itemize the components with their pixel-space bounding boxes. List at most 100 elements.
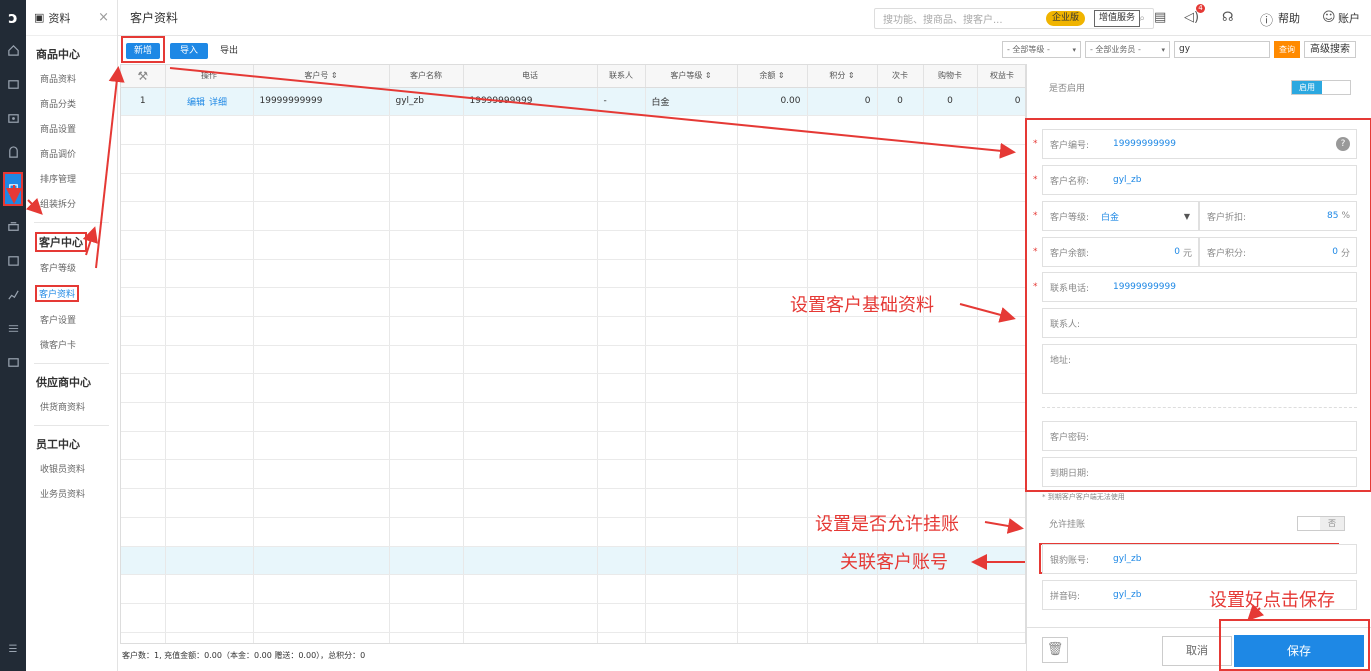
menu-item-customer-info[interactable]: 客户资料 xyxy=(34,285,80,302)
table-row xyxy=(121,632,1025,643)
table-row xyxy=(121,316,1025,346)
allow-credit-toggle[interactable]: 否 xyxy=(1297,515,1345,531)
profile-doc-icon: ▣ xyxy=(34,11,45,24)
enterprise-badge[interactable]: 企业版 xyxy=(1046,11,1086,26)
trash-icon[interactable]: 🗑 xyxy=(1042,637,1068,663)
table-row xyxy=(121,259,1025,289)
icon-rail: ɔ ☰ xyxy=(0,0,26,671)
menu-item-supplier-info[interactable]: 供货商资料 xyxy=(26,394,117,419)
edit-link[interactable]: 编辑 xyxy=(187,98,205,108)
phone-field[interactable]: * 联系电话: 19999999999 xyxy=(1033,272,1357,302)
table-row[interactable]: 1 编辑 详细 19999999999 gyl_zb 19999999999 - … xyxy=(121,87,1025,117)
user-icon[interactable]: ☺ xyxy=(1322,10,1336,25)
menu-item-customer-settings[interactable]: 客户设置 xyxy=(26,307,117,332)
chart-icon[interactable] xyxy=(0,280,26,308)
menu-item-cashier-info[interactable]: 收银员资料 xyxy=(26,456,117,481)
col-points[interactable]: 积分 ⇕ xyxy=(807,65,878,88)
menu-section-supplier[interactable]: 供应商中心 xyxy=(26,364,117,394)
menu-item-micro-card[interactable]: 微客户卡 xyxy=(26,332,117,357)
expire-note: * 到期客户客户端无法使用 xyxy=(1042,493,1125,501)
menu-item-product-category[interactable]: 商品分类 xyxy=(26,91,117,116)
customer-level-select[interactable]: * 客户等级: 白金 ▼ xyxy=(1033,201,1199,231)
col-code[interactable]: 客户号 ⇕ xyxy=(253,65,390,88)
close-icon[interactable]: × xyxy=(98,10,109,25)
table-row xyxy=(121,431,1025,461)
table-row xyxy=(121,574,1025,604)
help-link[interactable]: 帮助 xyxy=(1278,10,1300,26)
customer-points-field[interactable]: 客户积分: 0 分 xyxy=(1199,237,1357,267)
customer-icon[interactable] xyxy=(3,172,23,206)
shop-icon[interactable] xyxy=(0,138,26,166)
filter-bar: - 全部等级 - ▾ - 全部业务员 - ▾ gy 查询 高级搜索 xyxy=(1002,41,1356,58)
table-row xyxy=(121,201,1025,231)
contact-field[interactable]: 联系人: xyxy=(1042,308,1357,338)
table-summary: 客户数：1, 充值金额：0.00（本金：0.00 赠送：0.00），总积分：0 xyxy=(122,651,366,660)
query-button[interactable]: 查询 xyxy=(1274,41,1300,58)
box-icon[interactable] xyxy=(0,246,26,274)
import-button[interactable]: 导入 xyxy=(170,43,208,59)
table-row xyxy=(121,144,1025,174)
save-button[interactable]: 保存 xyxy=(1234,635,1364,667)
search-icon[interactable]: ⌕ xyxy=(1139,13,1145,24)
advanced-search-button[interactable]: 高级搜索 xyxy=(1304,41,1356,58)
bound-account-field[interactable]: 银豹账号: gyl_zb xyxy=(1042,544,1357,574)
salesman-filter-select[interactable]: - 全部业务员 - ▾ xyxy=(1085,41,1170,58)
home-icon[interactable] xyxy=(0,36,26,64)
customer-edit-panel: 是否启用 启用 * 客户编号: 19999999999 ? * 客户名称: gy… xyxy=(1025,64,1371,671)
value-added-button[interactable]: 增值服务 xyxy=(1094,10,1141,27)
col-phone: 电话 xyxy=(463,65,598,88)
menu-item-product-info[interactable]: 商品资料 xyxy=(26,66,117,91)
help-icon[interactable]: ⓘ xyxy=(1260,10,1273,29)
table-row xyxy=(121,459,1025,490)
customer-code-field[interactable]: * 客户编号: 19999999999 ? xyxy=(1033,129,1357,159)
keyword-input[interactable]: gy xyxy=(1174,41,1270,58)
menu-item-assemble[interactable]: 组装拆分 xyxy=(26,191,117,216)
table-row xyxy=(121,603,1025,633)
toolbar: 新增 导入 导出 xyxy=(118,36,1030,64)
notification-badge: 4 xyxy=(1196,4,1205,13)
top-bar: 客户资料 搜功能、搜商品、搜客户... ⌕ 企业版 增值服务 ▤ ◁) 4 ☊ … xyxy=(118,0,1371,36)
export-button[interactable]: 导出 xyxy=(214,43,244,59)
expire-date-field[interactable]: 到期日期: xyxy=(1042,457,1357,487)
level-filter-select[interactable]: - 全部等级 - ▾ xyxy=(1002,41,1081,58)
address-field[interactable]: 地址: xyxy=(1042,344,1357,394)
card-icon[interactable] xyxy=(0,348,26,376)
question-icon[interactable]: ? xyxy=(1336,137,1350,151)
annotation-bind-account: 关联客户账号 xyxy=(840,552,948,573)
speaker-icon[interactable]: ◁) xyxy=(1184,10,1199,25)
route-icon[interactable] xyxy=(0,70,26,98)
menu-section-staff[interactable]: 员工中心 xyxy=(26,426,117,456)
side-menu: ▣ 资料 × 商品中心 商品资料 商品分类 商品设置 商品调价 排序管理 组装拆… xyxy=(26,0,118,671)
enabled-toggle[interactable]: 启用 xyxy=(1291,79,1351,95)
menu-item-product-settings[interactable]: 商品设置 xyxy=(26,116,117,141)
customer-name-field[interactable]: * 客户名称: gyl_zb xyxy=(1033,165,1357,195)
col-balance[interactable]: 余额 ⇕ xyxy=(737,65,808,88)
new-button[interactable]: 新增 xyxy=(126,43,160,59)
headset-icon[interactable]: ☊ xyxy=(1222,10,1234,25)
table-row xyxy=(121,402,1025,432)
annotation-allow-credit: 设置是否允许挂账 xyxy=(815,514,959,535)
allow-credit-row: 允许挂账 否 xyxy=(1042,508,1357,538)
column-settings-icon[interactable]: ⚒ xyxy=(121,65,166,88)
sliders-icon[interactable] xyxy=(0,314,26,342)
chevron-down-icon: ▾ xyxy=(1072,45,1076,54)
menu-item-price-adjust[interactable]: 商品调价 xyxy=(26,141,117,166)
detail-link[interactable]: 详细 xyxy=(209,98,227,108)
menu-header: ▣ 资料 × xyxy=(26,0,117,36)
customer-discount-field[interactable]: 客户折扣: 85 % xyxy=(1199,201,1357,231)
account-link[interactable]: 账户 xyxy=(1338,10,1360,26)
collapse-icon[interactable]: ☰ xyxy=(0,644,26,655)
customer-balance-field[interactable]: * 客户余额: 0 元 xyxy=(1033,237,1199,267)
menu-item-sort[interactable]: 排序管理 xyxy=(26,166,117,191)
calculator-icon[interactable]: ▤ xyxy=(1154,10,1166,25)
menu-section-customer[interactable]: 客户中心 xyxy=(35,232,87,252)
menu-section-product[interactable]: 商品中心 xyxy=(26,36,117,66)
password-field[interactable]: 客户密码: xyxy=(1042,421,1357,451)
annotation-save: 设置好点击保存 xyxy=(1209,590,1335,611)
menu-item-customer-level[interactable]: 客户等级 xyxy=(26,255,117,280)
wallet-icon[interactable] xyxy=(0,212,26,240)
col-name: 客户名称 xyxy=(389,65,464,88)
col-level[interactable]: 客户等级 ⇕ xyxy=(645,65,738,88)
cash-icon[interactable] xyxy=(0,104,26,132)
menu-item-salesman-info[interactable]: 业务员资料 xyxy=(26,481,117,506)
